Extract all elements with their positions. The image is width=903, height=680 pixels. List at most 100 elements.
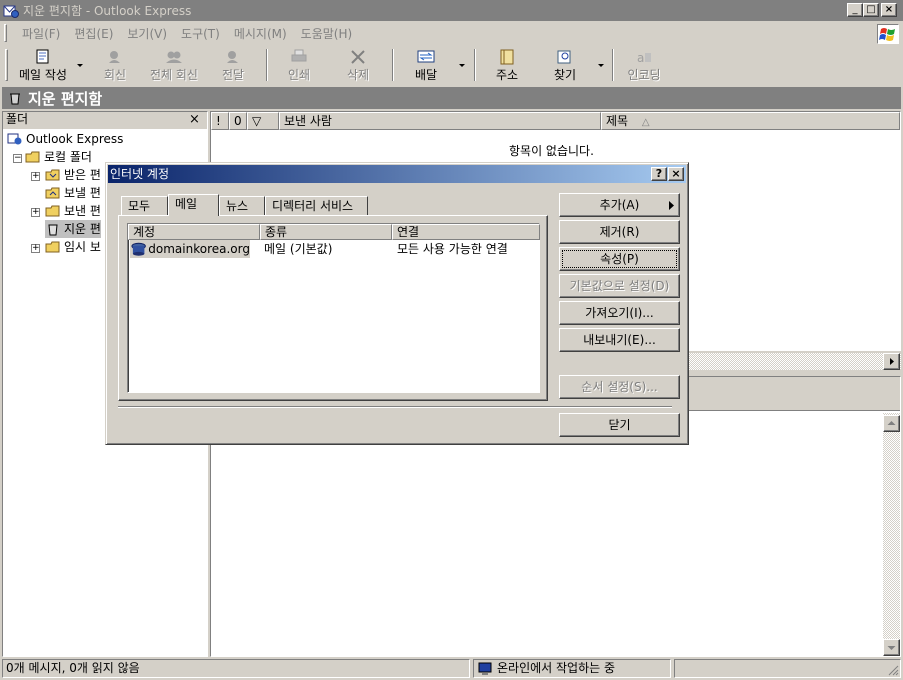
drafts-icon [45, 241, 60, 253]
menu-edit[interactable]: 편집(E) [67, 25, 120, 42]
column-priority[interactable]: ! [211, 112, 229, 130]
toolbar: 메일 작성 회신 전체 회신 전달 인쇄 삭제 배달 주소 찾기 a 인코딩 [0, 46, 903, 86]
column-attachment[interactable]: 0 [229, 112, 247, 130]
menu-bar: 파일(F) 편집(E) 보기(V) 도구(T) 메시지(M) 도움말(H) [0, 22, 903, 44]
dialog-help-button[interactable]: ? [651, 167, 667, 181]
internet-accounts-dialog: 인터넷 계정 ? × 모두 메일 뉴스 디렉터리 서비스 계정 종류 연결 do… [105, 162, 689, 445]
column-flag[interactable]: ▽ [247, 112, 279, 130]
add-account-button[interactable]: 추가(A) [559, 193, 680, 217]
encoding-icon: a [637, 51, 651, 65]
new-mail-icon [36, 49, 49, 64]
delete-icon [351, 50, 365, 64]
create-mail-dropdown-icon[interactable] [77, 64, 83, 67]
tree-item-outbox[interactable]: 보낼 편 [45, 184, 101, 202]
outbox-icon [45, 187, 60, 199]
column-subject[interactable]: 제목 △ [601, 112, 900, 130]
toolbar-separator [474, 49, 476, 81]
toolbar-grip[interactable] [5, 49, 8, 81]
folder-header-title: 지운 편지함 [28, 89, 103, 108]
tab-all[interactable]: 모두 [121, 196, 168, 216]
dialog-close-button[interactable]: × [668, 167, 684, 181]
status-empty-panel [674, 659, 901, 678]
dialog-title: 인터넷 계정 [110, 167, 170, 181]
expand-drafts-icon[interactable]: + [31, 244, 40, 253]
delete-button[interactable]: 삭제 [336, 46, 380, 84]
properties-button[interactable]: 속성(P) [559, 247, 680, 271]
menu-help[interactable]: 도움말(H) [294, 25, 360, 42]
scroll-right-button[interactable] [883, 353, 900, 370]
send-receive-button[interactable]: 배달 [404, 46, 448, 84]
menu-grip[interactable] [4, 24, 7, 42]
set-order-button[interactable]: 순서 설정(S)... [559, 375, 680, 399]
create-mail-button[interactable]: 메일 작성 [14, 46, 72, 84]
reply-all-button[interactable]: 전체 회신 [142, 46, 206, 84]
menu-view[interactable]: 보기(V) [120, 25, 174, 42]
computer-icon [478, 662, 492, 675]
collapse-local-folders-icon[interactable]: − [13, 154, 22, 163]
column-from[interactable]: 보낸 사람 [279, 112, 601, 130]
toolbar-separator [392, 49, 394, 81]
close-folder-pane-icon[interactable]: × [189, 112, 200, 127]
mail-server-icon [131, 242, 146, 256]
scroll-up-button[interactable] [883, 415, 900, 432]
tab-news[interactable]: 뉴스 [219, 196, 265, 216]
import-button[interactable]: 가져오기(I)... [559, 301, 680, 325]
column-type[interactable]: 종류 [260, 224, 392, 240]
window-title: 지운 편지함 - Outlook Express [23, 4, 192, 18]
toolbar-separator [266, 49, 268, 81]
outlook-express-icon [3, 5, 19, 18]
printer-icon [291, 49, 307, 62]
find-dropdown-icon[interactable] [598, 64, 604, 67]
send-receive-dropdown-icon[interactable] [459, 64, 465, 67]
reply-icon [109, 51, 120, 63]
tree-item-drafts[interactable]: 임시 보 [45, 238, 101, 256]
scroll-down-button[interactable] [883, 639, 900, 656]
tree-item-inbox[interactable]: 받은 편 [45, 166, 101, 184]
folder-pane-title: 폴더 [6, 112, 29, 126]
close-button[interactable]: × [881, 3, 897, 17]
empty-list-message: 항목이 없습니다. [509, 144, 594, 158]
menu-tools[interactable]: 도구(T) [174, 25, 227, 42]
dialog-separator [118, 406, 672, 408]
toolbar-separator [612, 49, 614, 81]
addresses-button[interactable]: 주소 [486, 46, 528, 84]
status-message-count: 0개 메시지, 0개 읽지 않음 [2, 659, 470, 678]
export-button[interactable]: 내보내기(E)... [559, 328, 680, 352]
recycle-bin-icon [48, 224, 58, 236]
expand-inbox-icon[interactable]: + [31, 172, 40, 181]
reply-button[interactable]: 회신 [94, 46, 136, 84]
address-book-icon [500, 49, 514, 65]
find-button[interactable]: 찾기 [544, 46, 586, 84]
account-connection-cell: 모든 사용 가능한 연결 [397, 242, 508, 256]
status-online: 온라인에서 작업하는 중 [473, 659, 671, 678]
minimize-button[interactable]: _ [847, 3, 863, 17]
inbox-icon [45, 169, 60, 181]
menu-message[interactable]: 메시지(M) [227, 25, 294, 42]
tree-item-outlook-express[interactable]: Outlook Express [7, 130, 123, 148]
reply-all-icon [166, 51, 182, 63]
folder-pane-header: 폴더 × [3, 112, 207, 129]
menu-file[interactable]: 파일(F) [15, 25, 67, 42]
tab-mail[interactable]: 메일 [168, 194, 219, 216]
tree-item-local-folders[interactable]: 로컬 폴더 [25, 148, 92, 166]
expand-sent-icon[interactable]: + [31, 208, 40, 217]
tree-item-deleted[interactable]: 지운 편 [45, 220, 101, 238]
column-connection[interactable]: 연결 [392, 224, 540, 240]
resize-grip-icon[interactable] [887, 664, 899, 676]
set-default-button[interactable]: 기본값으로 설정(D) [559, 274, 680, 298]
tab-directory-service[interactable]: 디렉터리 서비스 [265, 196, 368, 216]
vertical-scrollbar[interactable] [883, 413, 900, 656]
print-button[interactable]: 인쇄 [278, 46, 320, 84]
tree-item-sent[interactable]: 보낸 편 [45, 202, 101, 220]
outlook-express-icon [7, 133, 22, 145]
dialog-title-bar[interactable]: 인터넷 계정 ? × [108, 165, 686, 183]
column-account[interactable]: 계정 [128, 224, 260, 240]
folder-header-bar: 지운 편지함 [2, 87, 901, 109]
encoding-button[interactable]: a 인코딩 [622, 46, 666, 84]
forward-button[interactable]: 전달 [212, 46, 254, 84]
dialog-close-action-button[interactable]: 닫기 [559, 413, 680, 437]
maximize-button[interactable]: □ [863, 3, 879, 17]
window-title-bar[interactable]: 지운 편지함 - Outlook Express _ □ × [0, 0, 903, 21]
recycle-bin-icon [10, 93, 20, 105]
remove-account-button[interactable]: 제거(R) [559, 220, 680, 244]
